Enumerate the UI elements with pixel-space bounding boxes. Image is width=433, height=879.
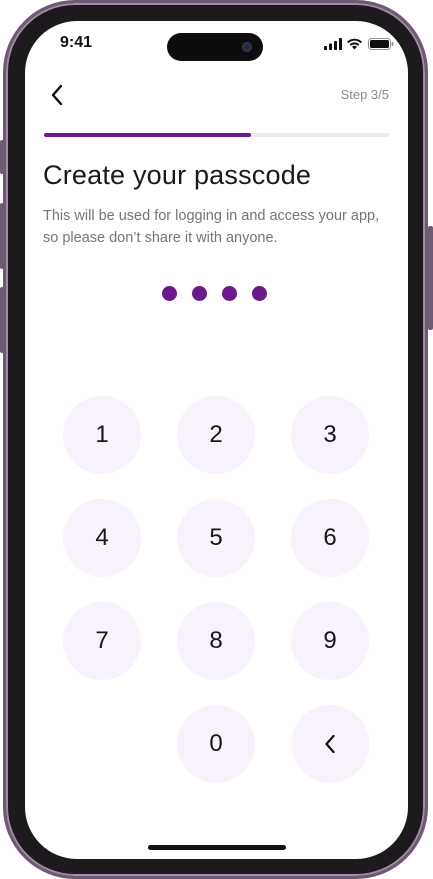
chevron-left-icon bbox=[325, 734, 335, 754]
volume-up-button bbox=[0, 203, 5, 269]
number-keypad: 1 2 3 4 5 6 7 8 9 0 bbox=[25, 21, 408, 859]
key-6[interactable]: 6 bbox=[291, 499, 369, 577]
key-5[interactable]: 5 bbox=[177, 499, 255, 577]
key-8[interactable]: 8 bbox=[177, 602, 255, 680]
delete-button[interactable] bbox=[291, 705, 369, 783]
key-9[interactable]: 9 bbox=[291, 602, 369, 680]
silent-switch bbox=[0, 140, 5, 174]
key-4[interactable]: 4 bbox=[63, 499, 141, 577]
key-7[interactable]: 7 bbox=[63, 602, 141, 680]
screen: 9:41 Step 3/5 Create your passcode This bbox=[25, 21, 408, 859]
power-button bbox=[428, 226, 433, 330]
home-indicator[interactable] bbox=[148, 845, 286, 850]
key-1[interactable]: 1 bbox=[63, 396, 141, 474]
key-3[interactable]: 3 bbox=[291, 396, 369, 474]
key-2[interactable]: 2 bbox=[177, 396, 255, 474]
volume-down-button bbox=[0, 287, 5, 353]
key-0[interactable]: 0 bbox=[177, 705, 255, 783]
